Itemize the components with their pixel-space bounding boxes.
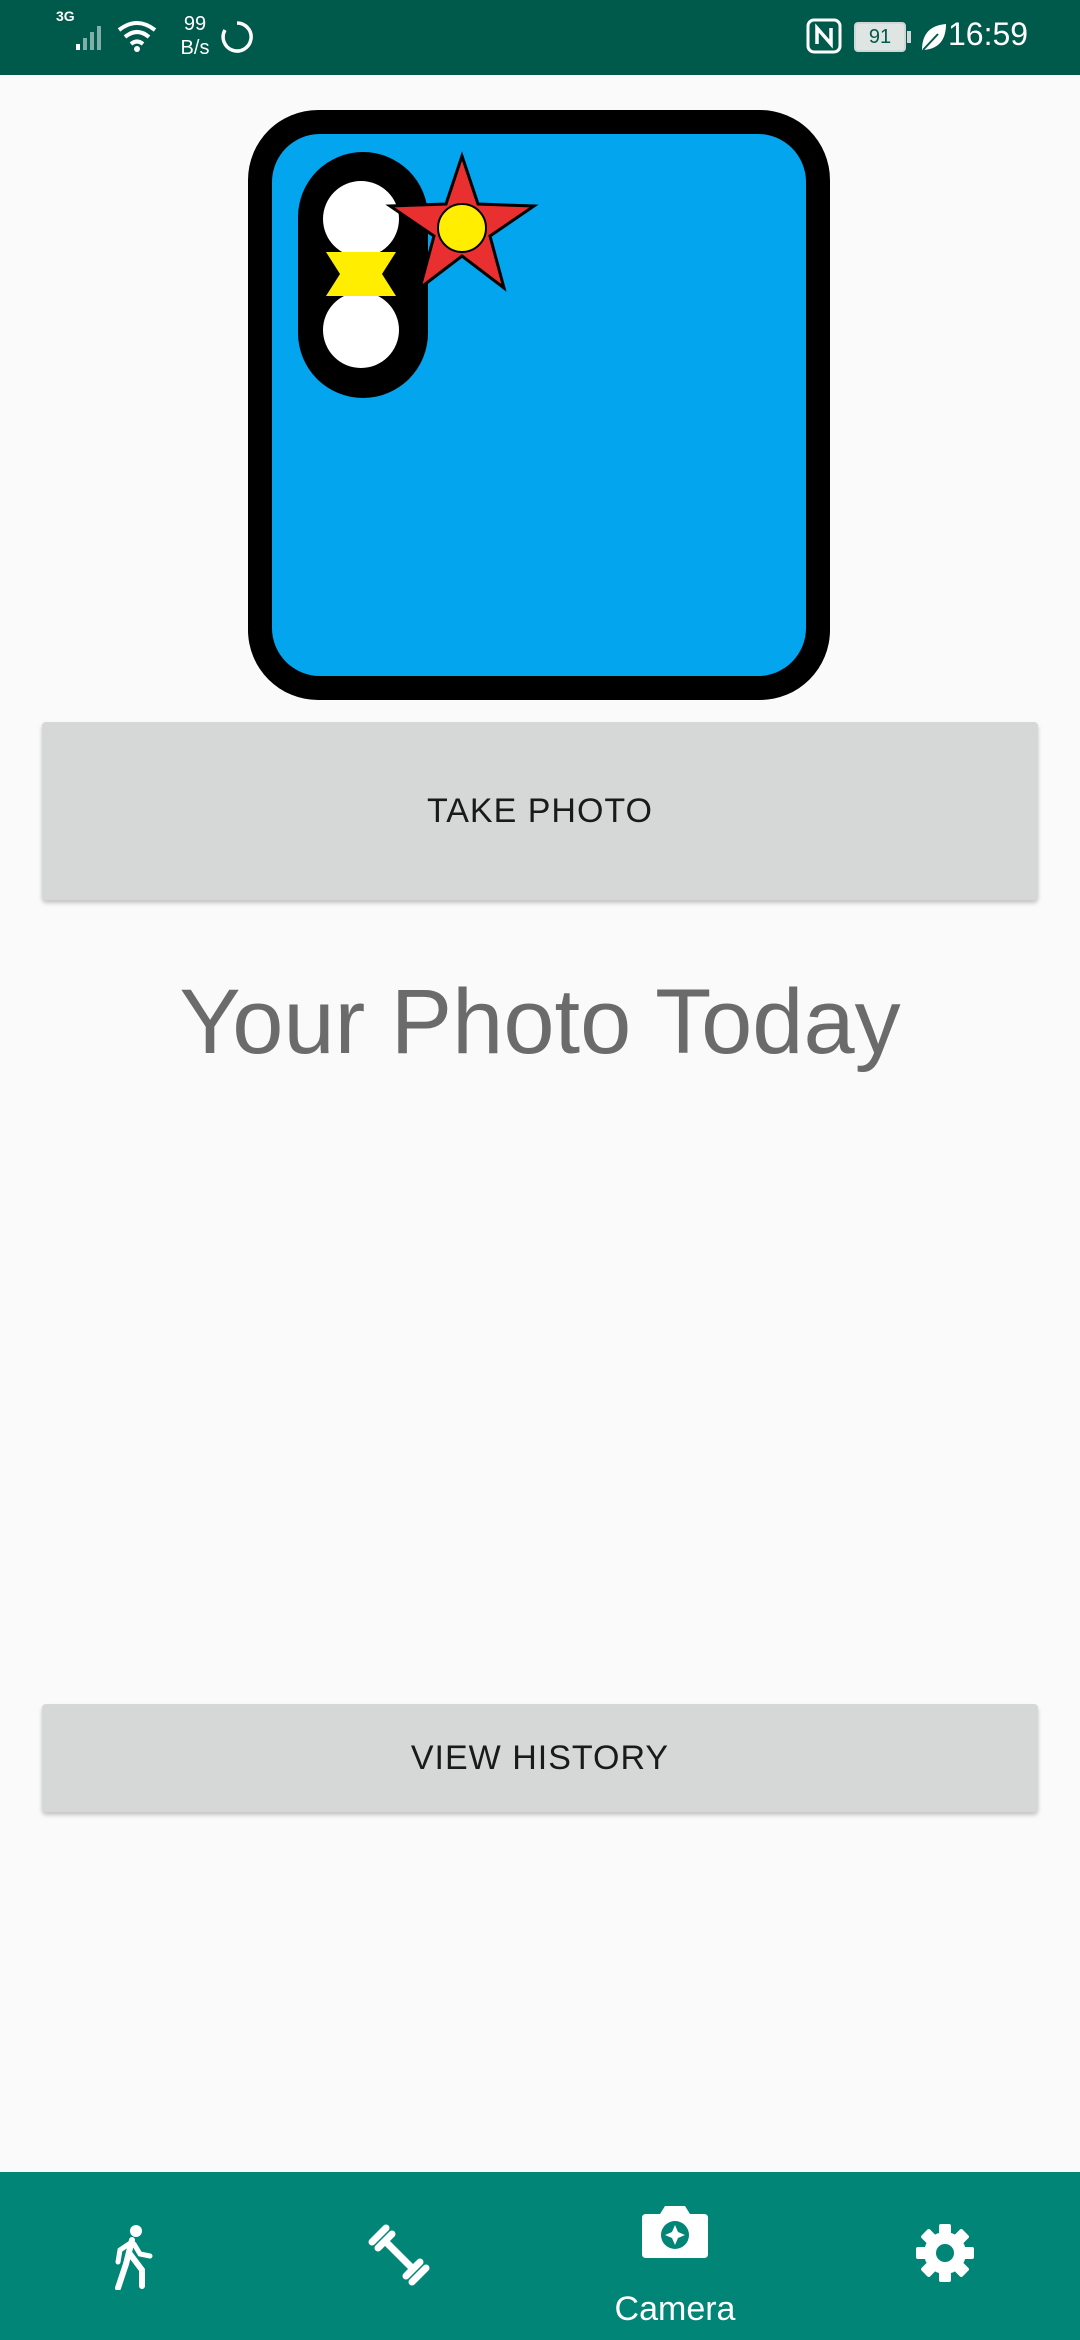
status-bar: 3G 99 B/s 91 16:59	[0, 0, 1080, 75]
wifi-icon	[117, 21, 157, 52]
walk-icon	[115, 2225, 153, 2290]
net-speed: 99 B/s	[170, 12, 220, 60]
nav-item-fitness[interactable]	[270, 2172, 540, 2340]
bottom-navigation: Camera	[0, 2172, 1080, 2340]
nav-item-camera[interactable]: Camera	[540, 2172, 810, 2340]
sync-icon	[221, 21, 253, 53]
nav-item-settings[interactable]	[810, 2172, 1080, 2340]
net-speed-unit: B/s	[180, 37, 210, 59]
battery-level: 91	[854, 22, 906, 52]
nav-item-walk[interactable]	[0, 2172, 270, 2340]
net-speed-value: 99	[183, 13, 207, 35]
battery-tip	[907, 31, 911, 43]
nfc-icon	[806, 18, 842, 54]
take-photo-button[interactable]: TAKE PHOTO	[42, 722, 1038, 900]
dumbbell-icon	[368, 2224, 430, 2286]
phone-camera-illustration	[248, 110, 830, 700]
nav-label-camera: Camera	[614, 2290, 736, 2328]
view-history-button[interactable]: VIEW HISTORY	[42, 1704, 1038, 1812]
page-heading: Your Photo Today	[179, 971, 901, 1073]
camera-icon	[642, 2206, 708, 2258]
settings-icon	[916, 2224, 974, 2282]
clock: 16:59	[948, 16, 1029, 52]
network-type: 3G	[56, 8, 75, 24]
signal-icon: 3G	[56, 8, 110, 54]
leaf-icon	[922, 24, 946, 51]
battery-icon: 91	[854, 22, 912, 52]
